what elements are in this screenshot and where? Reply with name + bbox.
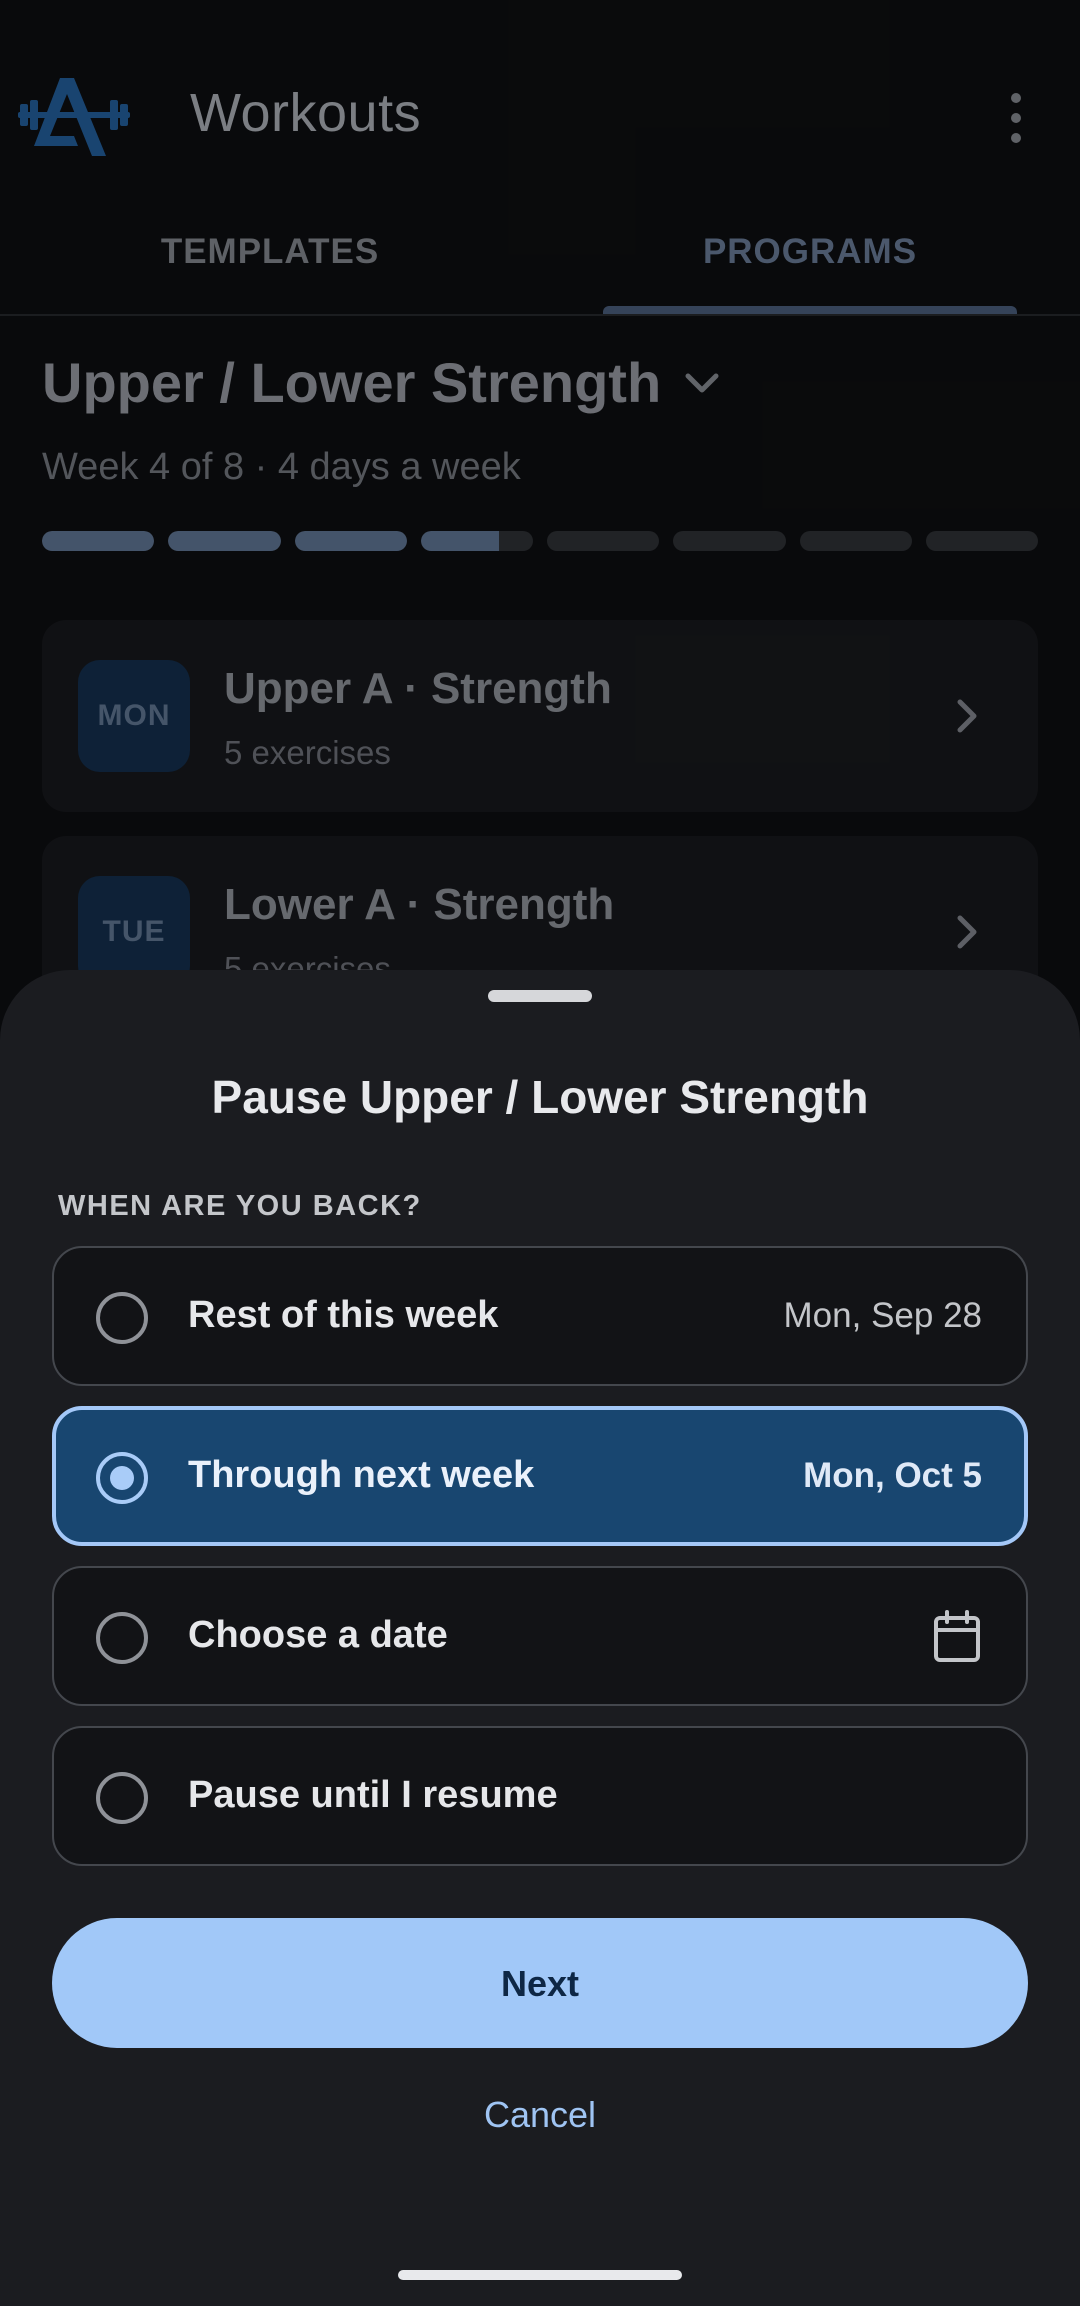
option-pause-until-resume[interactable]: Pause until I resume [52, 1726, 1028, 1866]
radio-button[interactable] [96, 1772, 148, 1824]
option-label: Pause until I resume [188, 1774, 558, 1816]
option-choose-date[interactable]: Choose a date [52, 1566, 1028, 1706]
radio-button[interactable] [96, 1612, 148, 1664]
section-label: WHEN ARE YOU BACK? [58, 1190, 422, 1222]
radio-button-selected[interactable] [96, 1452, 148, 1504]
radio-button[interactable] [96, 1292, 148, 1344]
sheet-title: Pause Upper / Lower Strength [211, 1071, 869, 1123]
radio-dot [110, 1466, 134, 1490]
option-rest-of-week[interactable]: Rest of this week Mon, Sep 28 [52, 1246, 1028, 1386]
calendar-icon[interactable] [932, 1610, 982, 1664]
pause-bottom-sheet: Pause Upper / Lower Strength WHEN ARE YO… [0, 970, 1080, 2306]
option-through-next-week[interactable]: Through next week Mon, Oct 5 [52, 1406, 1028, 1546]
next-button[interactable]: Next [52, 1918, 1028, 2048]
cancel-button[interactable]: Cancel [390, 2070, 690, 2160]
drag-handle[interactable] [488, 990, 592, 1002]
option-date: Mon, Sep 28 [783, 1296, 982, 1335]
option-label: Rest of this week [188, 1294, 499, 1336]
home-indicator [398, 2270, 682, 2280]
option-date: Mon, Oct 5 [803, 1456, 982, 1495]
option-label: Choose a date [188, 1614, 448, 1656]
option-label: Through next week [188, 1454, 535, 1496]
